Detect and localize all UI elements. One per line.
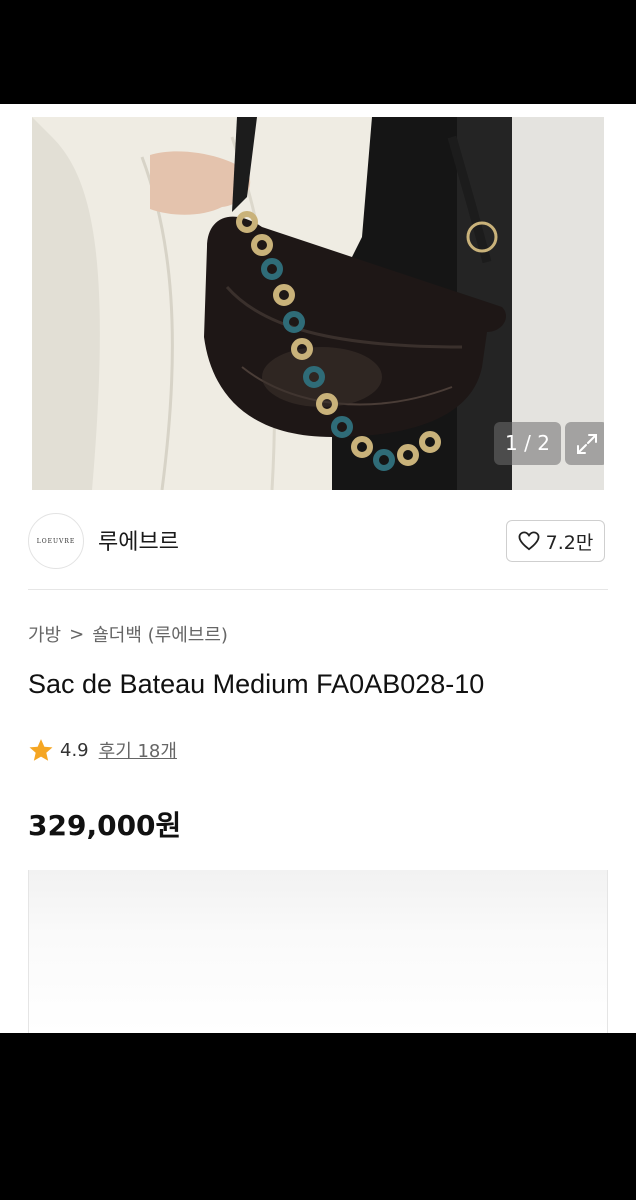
seller-logo-text: LOEUVRE: [36, 537, 76, 545]
info-box: [28, 870, 608, 1033]
top-black-bar: [0, 0, 636, 104]
chevron-right-icon: >: [69, 623, 85, 645]
expand-icon: [576, 433, 597, 454]
rating-value: 4.9: [60, 739, 89, 761]
heart-icon: [518, 531, 540, 551]
seller-name[interactable]: 루에브르: [98, 524, 179, 556]
divider: [28, 589, 608, 590]
like-button[interactable]: 7.2만: [506, 520, 605, 562]
breadcrumb-subcategory[interactable]: 숄더백 (루에브르): [92, 621, 228, 647]
rating-row: 4.9 후기 18개: [28, 737, 177, 763]
breadcrumb: 가방 > 숄더백 (루에브르): [28, 621, 228, 647]
seller-logo[interactable]: LOEUVRE: [28, 513, 84, 569]
breadcrumb-category[interactable]: 가방: [28, 621, 61, 647]
product-title: Sac de Bateau Medium FA0AB028-10: [28, 669, 485, 699]
product-price: 329,000원: [28, 809, 182, 842]
bottom-black-bar: [0, 1033, 636, 1200]
product-page: 1 / 2 LOEUVRE 루에브르 7.2만 가방 > 숄더백 (루에브르) …: [0, 104, 636, 1033]
expand-button[interactable]: [565, 422, 604, 465]
star-icon: [29, 738, 53, 761]
product-image-gallery[interactable]: 1 / 2: [32, 117, 604, 490]
image-counter: 1 / 2: [494, 422, 561, 465]
like-count: 7.2만: [545, 531, 594, 554]
seller-row: LOEUVRE 루에브르 7.2만: [28, 510, 608, 570]
reviews-link[interactable]: 후기 18개: [99, 737, 177, 763]
